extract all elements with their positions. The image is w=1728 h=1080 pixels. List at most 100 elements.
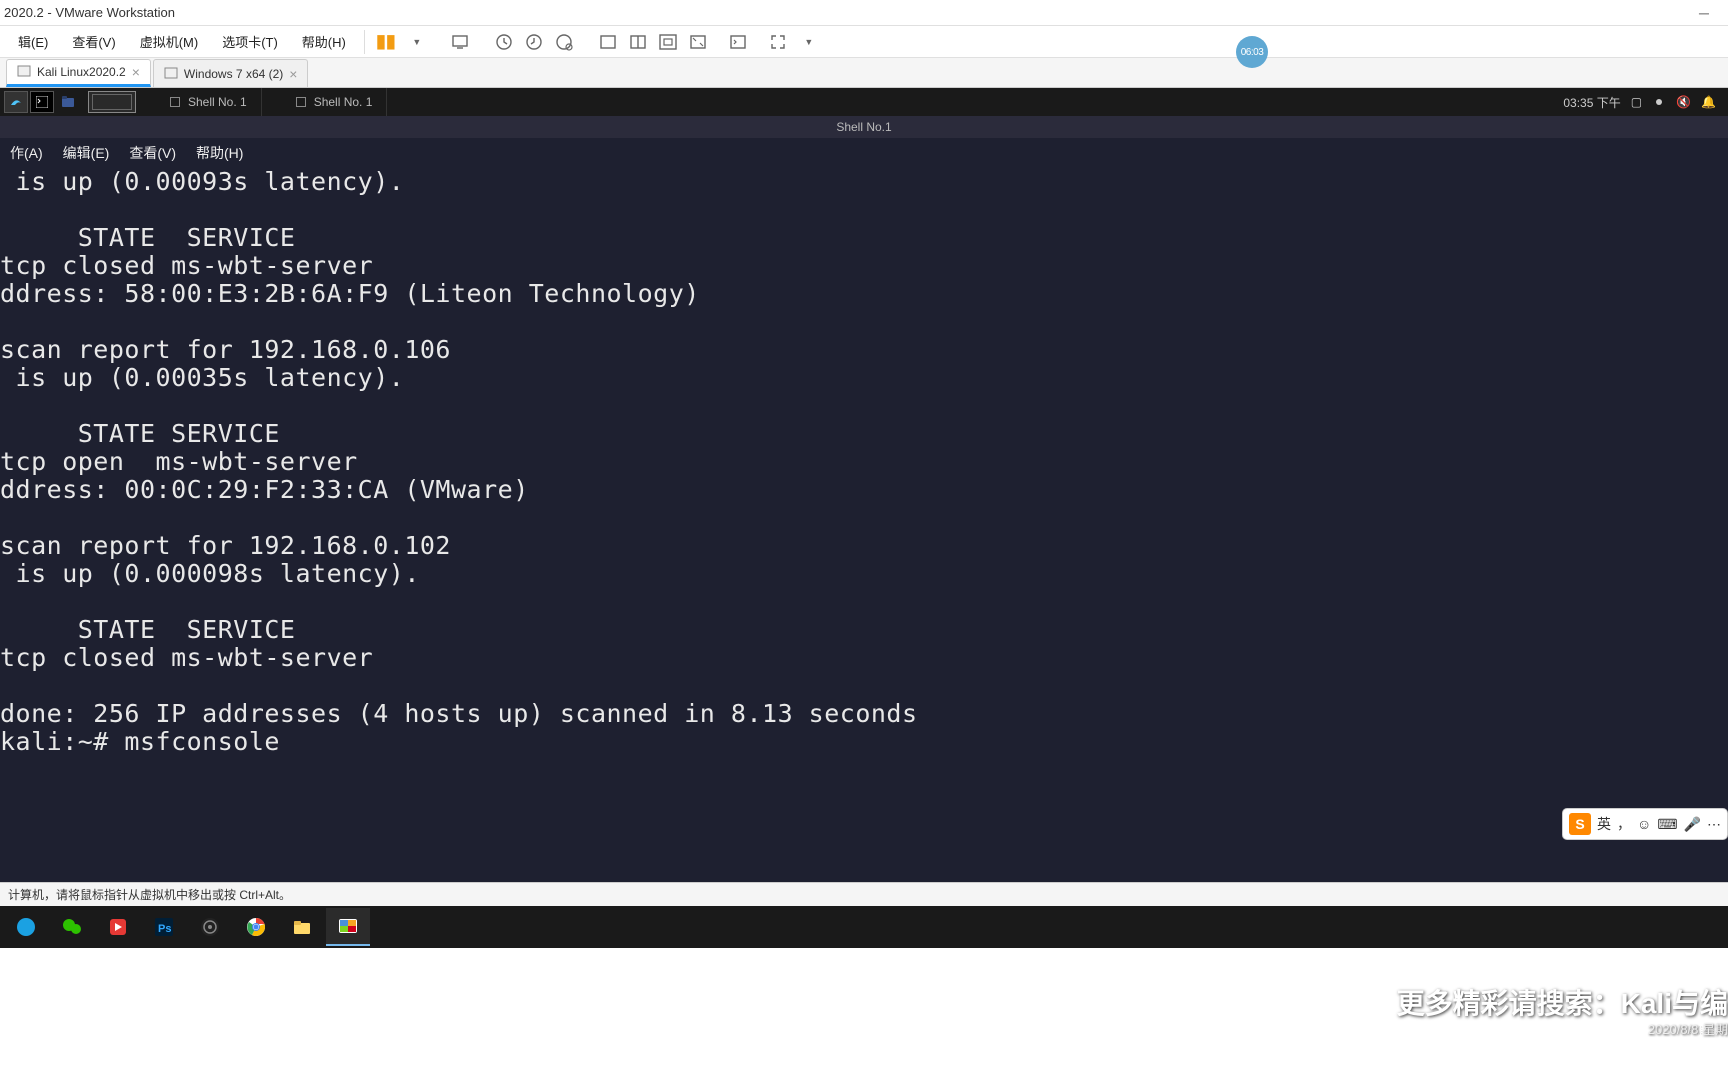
view-fit-button[interactable] [653, 27, 683, 57]
watermark-date: 2020/8/8 星期 [1648, 1019, 1728, 1038]
view-single-button[interactable] [593, 27, 623, 57]
ime-mic-icon[interactable]: 🎤 [1684, 816, 1701, 833]
windows-icon [16, 917, 36, 937]
kali-terminal-launcher[interactable] [30, 91, 54, 113]
status-text: 计算机，请将鼠标指针从虚拟机中移出或按 Ctrl+Alt。 [8, 886, 291, 903]
clock-manage-icon [555, 33, 573, 51]
vm-icon [164, 67, 178, 81]
fullscreen-button[interactable] [763, 27, 793, 57]
minimize-button[interactable]: ─ [1684, 0, 1724, 26]
vm-tab-label: Kali Linux2020.2 [37, 65, 126, 79]
close-icon[interactable]: × [289, 66, 297, 82]
ime-emoji-icon[interactable]: ☺ [1637, 816, 1651, 832]
kali-notification-icon[interactable]: 🔔 [1701, 95, 1716, 109]
obs-icon [200, 917, 220, 937]
vmware-icon [337, 915, 359, 937]
window-icon [296, 97, 306, 107]
kali-menu-button[interactable] [4, 91, 28, 113]
ime-lang[interactable]: 英 [1597, 814, 1611, 834]
kali-dragon-icon [9, 95, 23, 109]
ime-toolbar[interactable]: S 英 ， ☺ ⌨ 🎤 ⋯ [1562, 808, 1728, 840]
window-icon [170, 97, 180, 107]
close-icon[interactable]: × [132, 64, 140, 80]
fullscreen-dropdown[interactable]: ▼ [793, 27, 823, 57]
term-menu-action[interactable]: 作(A) [0, 143, 53, 163]
taskbar-shell-1[interactable]: Shell No. 1 [156, 88, 262, 116]
kali-volume-icon[interactable]: 🔇 [1676, 95, 1691, 109]
separator [364, 30, 365, 54]
send-ctrl-alt-del-button[interactable] [445, 27, 475, 57]
menu-vm[interactable]: 虚拟机(M) [128, 26, 211, 58]
menu-edit[interactable]: 辑(E) [6, 26, 60, 58]
view-split-button[interactable] [623, 27, 653, 57]
photoshop-icon: Ps [154, 917, 174, 937]
vm-tab-windows[interactable]: Windows 7 x64 (2) × [153, 59, 309, 87]
ime-punct-icon[interactable]: ， [1617, 814, 1631, 834]
ime-more-icon[interactable]: ⋯ [1707, 816, 1721, 833]
taskbar-obs[interactable] [188, 908, 232, 946]
kali-clock[interactable]: 03:35 下午 [1563, 94, 1620, 111]
taskbar-app-red[interactable] [96, 908, 140, 946]
vm-tab-kali[interactable]: Kali Linux2020.2 × [6, 59, 151, 87]
taskbar-explorer[interactable] [280, 908, 324, 946]
files-icon [60, 94, 76, 110]
terminal-output[interactable]: is up (0.00093s latency). STATE SERVICE … [0, 168, 1728, 756]
vm-status-bar: 计算机，请将鼠标指针从虚拟机中移出或按 Ctrl+Alt。 [0, 882, 1728, 906]
chrome-icon [246, 917, 266, 937]
kali-panel: Shell No. 1 Shell No. 1 03:35 下午 ▢ 🔇 🔔 [0, 88, 1728, 116]
console-button[interactable] [723, 27, 753, 57]
vm-tab-label: Windows 7 x64 (2) [184, 67, 283, 81]
folder-icon [292, 917, 312, 937]
taskbar-wechat[interactable] [50, 908, 94, 946]
kali-brightness-icon[interactable] [1652, 95, 1666, 109]
clock-snapshot-icon [495, 33, 513, 51]
terminal-window[interactable]: 作(A) 编辑(E) 查看(V) 帮助(H) is up (0.00093s l… [0, 138, 1728, 882]
vm-icon [17, 65, 31, 79]
pause-button[interactable]: ▮▮ [371, 27, 401, 57]
window-title: 2020.2 - VMware Workstation [4, 5, 175, 20]
ime-keyboard-icon[interactable]: ⌨ [1657, 816, 1677, 833]
workspace-switcher[interactable] [88, 91, 136, 113]
terminal-menu-bar: 作(A) 编辑(E) 查看(V) 帮助(H) [0, 138, 1728, 168]
fit-guest-icon [659, 33, 677, 51]
snapshot-manager-button[interactable] [549, 27, 579, 57]
workspace-box [92, 94, 132, 110]
timestamp-badge: 06:03 [1236, 36, 1268, 68]
monitor-icon [451, 33, 469, 51]
taskbar-vmware[interactable] [326, 908, 370, 946]
window-title-bar: 2020.2 - VMware Workstation ─ [0, 0, 1728, 26]
taskbar-photoshop[interactable]: Ps [142, 908, 186, 946]
svg-text:Ps: Ps [158, 923, 171, 935]
windows-taskbar: Ps [0, 906, 1728, 948]
revert-snapshot-button[interactable] [519, 27, 549, 57]
red-app-icon [108, 917, 128, 937]
sogou-icon[interactable]: S [1569, 813, 1591, 835]
fullscreen-icon [769, 33, 787, 51]
split-pane-icon [629, 33, 647, 51]
vm-tabs-bar: Kali Linux2020.2 × Windows 7 x64 (2) × [0, 58, 1728, 88]
taskbar-chrome[interactable] [234, 908, 278, 946]
view-stretch-button[interactable] [683, 27, 713, 57]
pause-dropdown[interactable]: ▼ [401, 27, 431, 57]
term-menu-help[interactable]: 帮助(H) [186, 143, 253, 163]
watermark-text: 更多精彩请搜索：Kali与编 [1397, 982, 1728, 1022]
console-icon [729, 33, 747, 51]
taskbar-shell-2[interactable]: Shell No. 1 [282, 88, 388, 116]
kali-display-icon[interactable]: ▢ [1631, 95, 1642, 109]
terminal-icon [36, 96, 48, 108]
taskbar-label: Shell No. 1 [314, 95, 373, 109]
taskbar-label: Shell No. 1 [188, 95, 247, 109]
term-menu-view[interactable]: 查看(V) [119, 143, 186, 163]
menu-bar: 辑(E) 查看(V) 虚拟机(M) 选项卡(T) 帮助(H) ▮▮ ▼ ▼ [0, 26, 1728, 58]
menu-tabs[interactable]: 选项卡(T) [210, 26, 290, 58]
kali-files-launcher[interactable] [56, 91, 80, 113]
menu-view[interactable]: 查看(V) [60, 26, 127, 58]
start-button[interactable] [4, 908, 48, 946]
term-menu-edit[interactable]: 编辑(E) [53, 143, 120, 163]
single-pane-icon [599, 33, 617, 51]
stretch-icon [689, 33, 707, 51]
clock-revert-icon [525, 33, 543, 51]
snapshot-button[interactable] [489, 27, 519, 57]
menu-help[interactable]: 帮助(H) [290, 26, 358, 58]
terminal-window-title: Shell No.1 [0, 116, 1728, 138]
